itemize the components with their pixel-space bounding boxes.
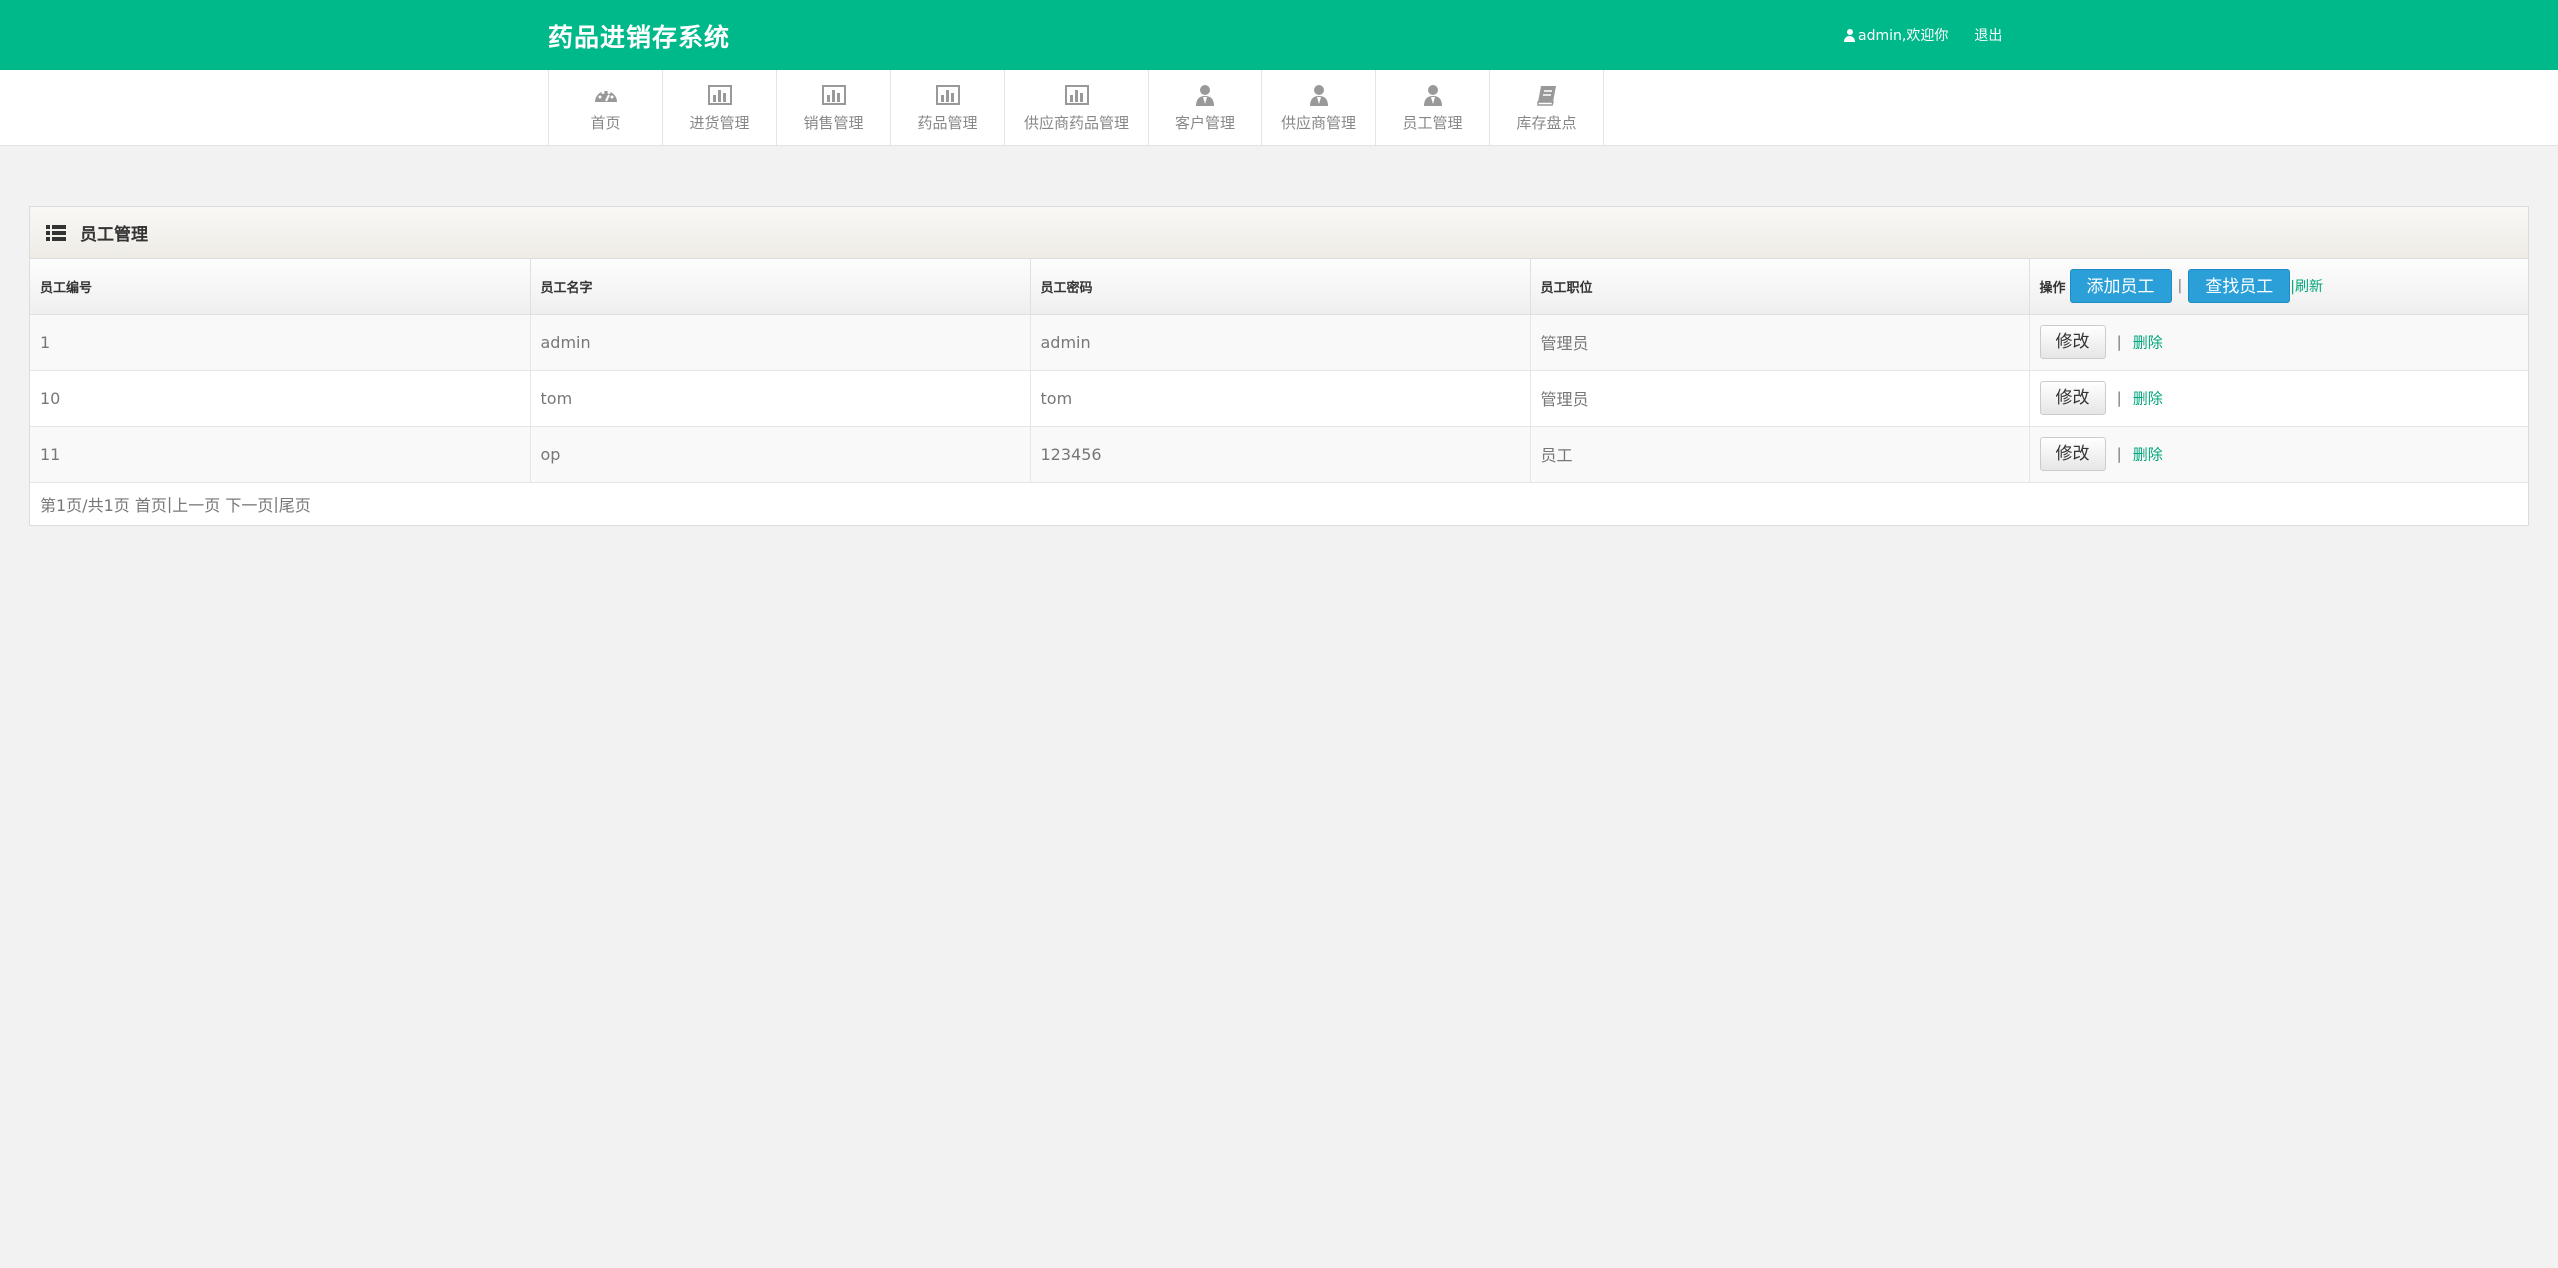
operations-header: 操作 添加员工 | 查找员工 |刷新 (2029, 259, 2528, 315)
main-nav: 首页 进货管理 销售管理 药品管理 供应商药品管理 客户管理 供应商管理 员工管… (0, 70, 2558, 146)
nav-label: 进货管理 (689, 113, 750, 132)
welcome-text: admin,欢迎你 (1858, 28, 1949, 44)
add-employee-button[interactable]: 添加员工 (2069, 269, 2172, 304)
cell-position: 管理员 (1530, 314, 2030, 371)
nav-item-drugs[interactable]: 药品管理 (891, 70, 1005, 146)
delete-link[interactable]: 删除 (2133, 390, 2163, 408)
nav-items: 首页 进货管理 销售管理 药品管理 供应商药品管理 客户管理 供应商管理 员工管… (548, 70, 1604, 146)
table-row: 10 tom tom 管理员 修改 | 删除 (30, 370, 2528, 427)
book-icon (1536, 85, 1556, 106)
cell-name: tom (530, 370, 1031, 427)
logout-link[interactable]: 退出 (1974, 25, 2002, 45)
cell-actions: 修改 | 删除 (2029, 314, 2528, 371)
bar-chart-icon (1064, 84, 1089, 105)
nav-label: 库存盘点 (1516, 113, 1577, 132)
delete-link[interactable]: 删除 (2133, 334, 2163, 352)
cell-password: admin (1030, 314, 1531, 371)
cell-password: 123456 (1030, 426, 1531, 483)
dashboard-icon (594, 90, 617, 102)
nav-item-sales[interactable]: 销售管理 (777, 70, 891, 146)
nav-label: 客户管理 (1174, 113, 1235, 132)
cell-id: 11 (30, 426, 531, 483)
delete-link[interactable]: 删除 (2133, 446, 2163, 464)
user-tie-icon (1196, 84, 1214, 106)
bar-chart-icon (821, 84, 846, 105)
nav-label: 供应商药品管理 (1023, 113, 1129, 132)
column-header: 员工编号 (30, 259, 531, 315)
nav-item-inventory[interactable]: 库存盘点 (1490, 70, 1604, 146)
cell-id: 10 (30, 370, 531, 427)
list-icon (46, 224, 66, 241)
nav-label: 供应商管理 (1280, 113, 1356, 132)
column-header: 员工密码 (1030, 259, 1531, 315)
nav-label: 销售管理 (803, 113, 864, 132)
user-area: admin,欢迎你 退出 (1844, 25, 2002, 45)
nav-label: 员工管理 (1402, 113, 1463, 132)
user-tie-icon (1309, 84, 1328, 106)
cell-position: 员工 (1530, 426, 2030, 483)
column-header: 员工名字 (530, 259, 1031, 315)
last-page-link[interactable]: 尾页 (279, 492, 311, 516)
bar-chart-icon (707, 84, 732, 105)
separator: | (2177, 278, 2183, 295)
cell-id: 1 (30, 314, 531, 371)
nav-label: 药品管理 (917, 113, 978, 132)
nav-item-employees[interactable]: 员工管理 (1376, 70, 1490, 146)
table-header-row: 员工编号 员工名字 员工密码 员工职位 操作 添加员工 | 查找员工 |刷新 (30, 259, 2528, 315)
nav-item-supplier-drugs[interactable]: 供应商药品管理 (1005, 70, 1149, 146)
bar-chart-icon (935, 84, 960, 105)
separator: | (2116, 445, 2122, 463)
first-page-link[interactable]: 首页 (135, 492, 167, 516)
next-page-link[interactable]: 下一页 (225, 492, 273, 516)
cell-actions: 修改 | 删除 (2029, 370, 2528, 427)
edit-button[interactable]: 修改 (2039, 381, 2106, 415)
refresh-link[interactable]: |刷新 (2290, 276, 2323, 296)
cell-name: admin (530, 314, 1031, 371)
table-row: 11 op 123456 员工 修改 | 删除 (30, 426, 2528, 483)
panel-title: 员工管理 (80, 225, 148, 245)
employee-panel: 员工管理 员工编号 员工名字 员工密码 员工职位 操作 添加员工 | 查找员工 … (29, 206, 2529, 526)
separator: | (2116, 333, 2122, 351)
prev-page-link[interactable]: 上一页 (172, 492, 220, 516)
pagination: 第1页/共1页 首页 | 上一页 下一页 | 尾页 (30, 483, 2528, 525)
find-employee-button[interactable]: 查找员工 (2188, 269, 2291, 304)
edit-button[interactable]: 修改 (2039, 437, 2106, 471)
cell-position: 管理员 (1530, 370, 2030, 427)
top-bar: 药品进销存系统 admin,欢迎你 退出 (0, 0, 2558, 70)
cell-actions: 修改 | 删除 (2029, 426, 2528, 483)
user-icon (1844, 28, 1855, 42)
nav-item-home[interactable]: 首页 (549, 70, 663, 146)
separator: | (2116, 389, 2122, 407)
nav-item-purchase[interactable]: 进货管理 (663, 70, 777, 146)
edit-button[interactable]: 修改 (2039, 325, 2106, 359)
column-header: 员工职位 (1530, 259, 2030, 315)
app-title: 药品进销存系统 (548, 23, 731, 52)
page-info: 第1页/共1页 (40, 495, 130, 515)
cell-name: op (530, 426, 1031, 483)
panel-header: 员工管理 (30, 207, 2528, 259)
nav-label: 首页 (590, 113, 621, 132)
user-tie-icon (1423, 84, 1442, 106)
operations-label: 操作 (2039, 280, 2066, 296)
cell-password: tom (1030, 370, 1531, 427)
nav-item-customers[interactable]: 客户管理 (1149, 70, 1262, 146)
table-row: 1 admin admin 管理员 修改 | 删除 (30, 314, 2528, 371)
employee-table: 员工编号 员工名字 员工密码 员工职位 操作 添加员工 | 查找员工 |刷新 1 (30, 259, 2528, 483)
nav-item-suppliers[interactable]: 供应商管理 (1262, 70, 1376, 146)
